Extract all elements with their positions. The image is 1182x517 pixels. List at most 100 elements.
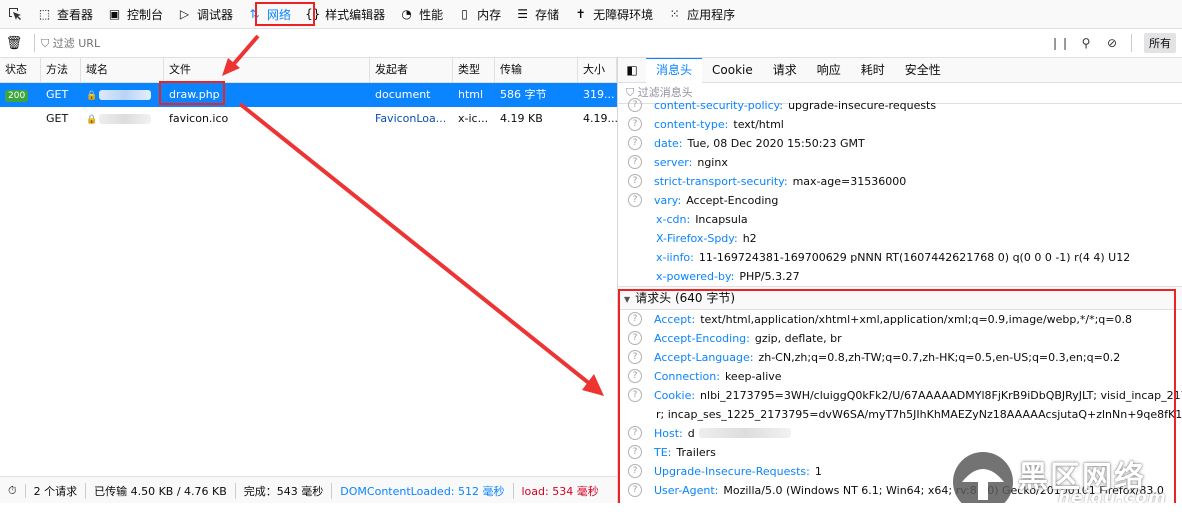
accessibility-icon: ✝ <box>575 7 586 21</box>
col-type[interactable]: 类型 <box>453 58 495 82</box>
clear-log-button[interactable]: 🗑 <box>0 36 28 51</box>
picker-icon <box>9 8 21 20</box>
size-cell: 319... <box>583 88 615 101</box>
tab-timings[interactable]: 耗时 <box>851 58 895 82</box>
console-icon: ▣ <box>108 7 121 21</box>
tab-response[interactable]: 响应 <box>807 58 851 82</box>
domain-cell: 🔒 <box>81 107 164 131</box>
tab-storage[interactable]: ☰ 存储 <box>508 0 566 28</box>
col-transferred[interactable]: 传输 <box>495 58 578 82</box>
header-row: ? content-security-policy: upgrade-insecur… <box>618 96 1182 115</box>
filter-all-button[interactable]: 所有 <box>1144 33 1176 53</box>
domcontentloaded-time: DOMContentLoaded: 512 毫秒 <box>332 482 514 499</box>
tab-console[interactable]: ▣ 控制台 <box>100 0 170 28</box>
help-icon[interactable]: ? <box>628 174 642 188</box>
application-icon: ⁙ <box>669 7 680 21</box>
performance-analysis-button[interactable]: ⏱ <box>0 483 26 498</box>
transferred-summary: 已传输 4.50 KB / 4.76 KB <box>86 482 236 499</box>
performance-icon: ◔ <box>401 7 412 21</box>
divider <box>34 34 35 52</box>
filter-icon: ⛉ <box>41 37 53 50</box>
lock-icon: 🔒 <box>86 91 98 101</box>
header-row: x-powered-by: PHP/5.3.27 <box>656 270 800 283</box>
stopwatch-icon: ⏱ <box>8 483 17 497</box>
block-icon: ⊘ <box>1106 36 1118 50</box>
finish-time: 完成：543 毫秒 <box>236 482 333 499</box>
col-method[interactable]: 方法 <box>41 58 81 82</box>
help-icon[interactable]: ? <box>628 98 642 112</box>
sidebar-toggle-button[interactable]: ◧ <box>618 63 646 77</box>
col-initiator[interactable]: 发起者 <box>370 58 453 82</box>
memory-icon: ▯ <box>461 7 468 21</box>
devtools-toolbar: ⬚ 查看器 ▣ 控制台 ▷ 调试器 ⇅ 网络 {} 样式编辑器 ◔ 性能 ▯ 内存 ☰ 存储 ✝… <box>0 0 1182 29</box>
file-highlight <box>159 81 225 105</box>
bottom-margin <box>0 503 1182 517</box>
storage-icon: ☰ <box>517 7 528 21</box>
col-size[interactable]: 大小 <box>578 58 617 82</box>
trash-icon: 🗑 <box>5 35 23 51</box>
network-status-bar: ⏱ 2 个请求 已传输 4.50 KB / 4.76 KB 完成：543 毫秒 … <box>0 476 618 504</box>
tab-accessibility[interactable]: ✝ 无障碍环境 <box>566 0 660 28</box>
search-icon: ⚲ <box>1081 36 1091 50</box>
table-header: 状态 方法 域名 文件 发起者 类型 传输 大小 <box>0 58 617 83</box>
pause-icon: ❘❘ <box>1049 36 1071 50</box>
filter-url-input[interactable]: ⛉ 过滤 URL <box>41 35 1047 51</box>
load-time: load: 534 毫秒 <box>521 484 599 498</box>
tab-cookie[interactable]: Cookie <box>702 58 763 82</box>
status-cell <box>0 107 41 131</box>
status-badge: 200 <box>5 90 29 102</box>
help-icon[interactable]: ? <box>628 136 642 150</box>
inspector-icon: ⬚ <box>38 7 51 21</box>
table-row[interactable]: 200 GET 🔒 draw.php document html 586 字节 … <box>0 83 617 107</box>
method-cell: GET <box>46 88 69 101</box>
details-tabs: ◧ 消息头 Cookie 请求 响应 耗时 安全性 <box>618 58 1182 83</box>
header-row: ? server: nginx <box>618 153 1182 172</box>
tab-performance[interactable]: ◔ 性能 <box>392 0 450 28</box>
header-row: ? vary: Accept-Encoding <box>618 191 1182 210</box>
request-table: 状态 方法 域名 文件 发起者 类型 传输 大小 200 GET 🔒 draw.… <box>0 58 618 476</box>
initiator-cell: document <box>375 88 431 101</box>
header-row: ? date: Tue, 08 Dec 2020 15:50:23 GMT <box>618 134 1182 153</box>
header-row: ? content-type: text/html <box>618 115 1182 134</box>
header-row: ? strict-transport-security: max-age=31536… <box>618 172 1182 191</box>
tab-inspector[interactable]: ⬚ 查看器 <box>30 0 100 28</box>
panel-toggle-icon: ◧ <box>626 63 638 77</box>
request-count: 2 个请求 <box>26 482 87 499</box>
header-row: X-Firefox-Spdy: h2 <box>656 232 757 245</box>
response-headers-list: ? content-security-policy: upgrade-insecur… <box>618 96 1182 286</box>
element-picker-button[interactable] <box>0 0 30 28</box>
header-row: x-iinfo: 11-169724381-169700629 pNNN RT(1… <box>656 251 1131 264</box>
block-button[interactable]: ⊘ <box>1099 36 1125 50</box>
table-row[interactable]: GET 🔒 favicon.ico FaviconLoa... x-ic... … <box>0 107 617 131</box>
network-tab-highlight <box>255 2 315 26</box>
col-domain[interactable]: 域名 <box>81 58 164 82</box>
header-row: x-cdn: Incapsula <box>656 213 748 226</box>
tab-application[interactable]: ⁙ 应用程序 <box>660 0 742 28</box>
help-icon[interactable]: ? <box>628 117 642 131</box>
help-icon[interactable]: ? <box>628 193 642 207</box>
transferred-cell: 4.19 KB <box>500 112 543 125</box>
col-status[interactable]: 状态 <box>0 58 41 82</box>
network-filter-bar: 🗑 ⛉ 过滤 URL ❘❘ ⚲ ⊘ 所有 <box>0 29 1182 58</box>
divider <box>1131 34 1132 52</box>
tab-request[interactable]: 请求 <box>763 58 807 82</box>
type-cell: html <box>458 88 484 101</box>
help-icon[interactable]: ? <box>628 155 642 169</box>
tab-debugger[interactable]: ▷ 调试器 <box>170 0 240 28</box>
tab-headers[interactable]: 消息头 <box>646 58 703 83</box>
domain-cell: 🔒 <box>81 83 164 107</box>
type-cell: x-ic... <box>458 112 489 125</box>
tab-memory[interactable]: ▯ 内存 <box>450 0 508 28</box>
size-cell: 4.19... <box>583 112 617 125</box>
lock-icon: 🔒 <box>86 115 98 125</box>
debugger-icon: ▷ <box>179 7 190 21</box>
redacted-domain <box>99 114 151 124</box>
initiator-link[interactable]: FaviconLoa... <box>370 107 453 131</box>
redacted-domain <box>99 90 151 100</box>
search-button[interactable]: ⚲ <box>1073 36 1099 50</box>
pause-button[interactable]: ❘❘ <box>1047 36 1073 50</box>
file-cell: favicon.ico <box>169 112 229 125</box>
tab-security[interactable]: 安全性 <box>895 58 951 82</box>
col-file[interactable]: 文件 <box>164 58 370 82</box>
filter-icon: ⛉ <box>626 86 638 99</box>
